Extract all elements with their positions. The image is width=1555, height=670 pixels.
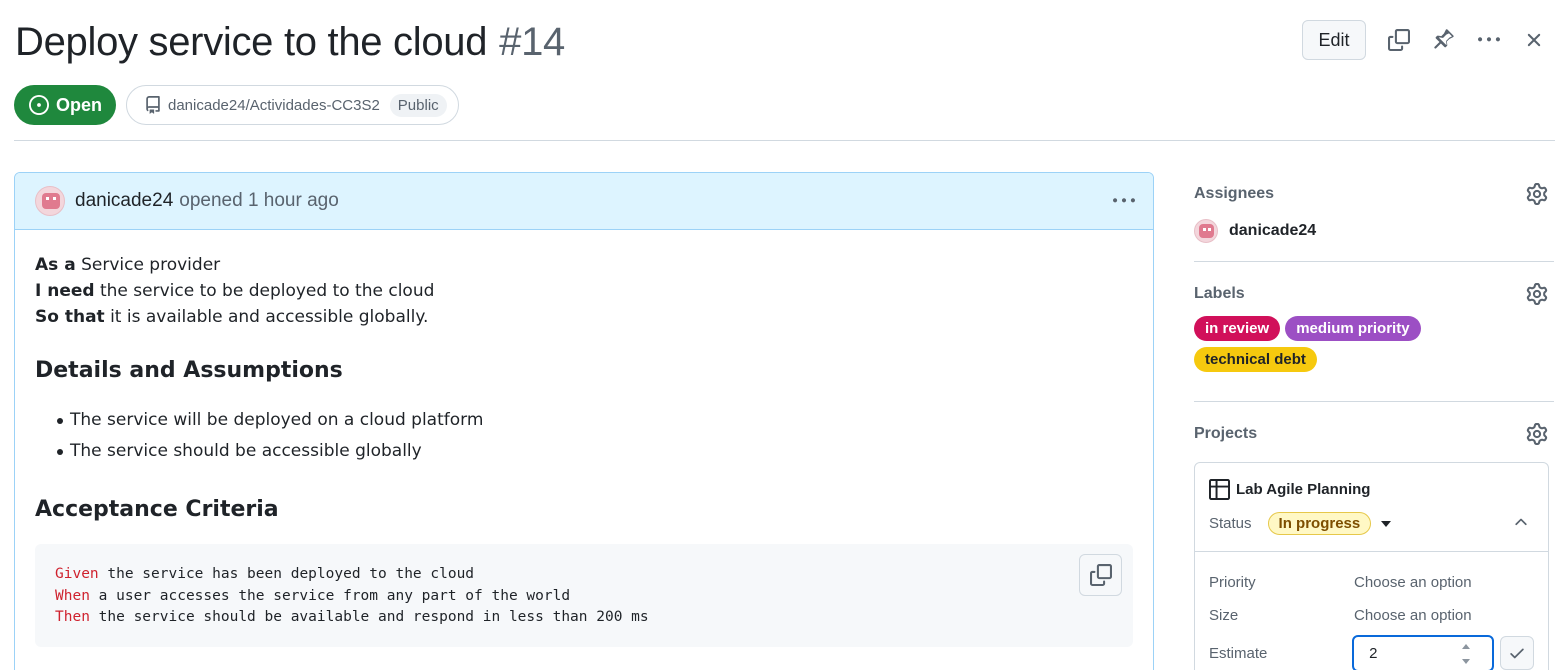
- priority-select[interactable]: Choose an option: [1354, 574, 1472, 591]
- assignee-name[interactable]: danicade24: [1229, 222, 1316, 240]
- assignees-heading: Assignees: [1194, 185, 1275, 202]
- issue-title: Deploy service to the cloud #14: [15, 20, 565, 65]
- issue-title-text: Deploy service to the cloud: [15, 20, 488, 64]
- repo-pill[interactable]: danicade24/Actividades-CC3S2 Public: [126, 85, 459, 125]
- details-heading: Details and Assumptions: [35, 358, 343, 383]
- acceptance-heading: Acceptance Criteria: [35, 497, 279, 522]
- issue-opened-icon: [29, 95, 49, 115]
- project-name[interactable]: Lab Agile Planning: [1236, 481, 1370, 498]
- repo-icon: [146, 96, 160, 114]
- edit-button[interactable]: Edit: [1302, 20, 1366, 60]
- issue-state-label: Open: [56, 94, 103, 115]
- project-fields: Priority Choose an option Size Choose an…: [1195, 552, 1548, 670]
- issue-sidebar: Assignees danicade24 Labels in review me…: [1194, 172, 1554, 670]
- repo-name[interactable]: danicade24/Actividades-CC3S2: [168, 97, 380, 114]
- header-divider: [14, 140, 1555, 141]
- story-line: I need the service to be deployed to the…: [35, 281, 435, 301]
- number-spinner[interactable]: [1462, 643, 1474, 664]
- project-card: Lab Agile Planning Status In progress Pr…: [1194, 462, 1549, 670]
- comment-header: danicade24 opened 1 hour ago: [15, 173, 1153, 230]
- chevron-up-icon[interactable]: [1512, 513, 1530, 531]
- label-in-review[interactable]: in review: [1194, 316, 1281, 341]
- estimate-input[interactable]: 2: [1352, 634, 1495, 670]
- confirm-estimate-button[interactable]: [1500, 636, 1534, 670]
- assignee-item[interactable]: danicade24: [1194, 216, 1554, 248]
- gear-icon[interactable]: [1526, 183, 1548, 205]
- status-badge[interactable]: In progress: [1267, 512, 1372, 535]
- field-label: Priority: [1209, 574, 1256, 591]
- details-list: The service will be deployed on a cloud …: [35, 405, 1133, 467]
- copy-icon: [1089, 564, 1112, 586]
- gear-icon[interactable]: [1526, 283, 1548, 305]
- comment-options-icon[interactable]: [1111, 191, 1137, 211]
- project-name-row[interactable]: Lab Agile Planning: [1209, 479, 1534, 500]
- field-size: Size Choose an option: [1209, 599, 1534, 632]
- header-actions: Edit: [1285, 20, 1555, 60]
- close-icon[interactable]: [1520, 26, 1548, 54]
- story-line: So that it is available and accessible g…: [35, 307, 429, 327]
- assignees-section: Assignees danicade24: [1194, 172, 1554, 262]
- field-label: Size: [1209, 607, 1239, 624]
- avatar[interactable]: [35, 186, 65, 216]
- list-item: The service will be deployed on a cloud …: [35, 405, 1133, 436]
- labels-section: Labels in review medium priority technic…: [1194, 272, 1554, 402]
- project-status-row: Status In progress: [1209, 512, 1534, 535]
- comment-author[interactable]: danicade24: [75, 190, 173, 212]
- copy-code-button[interactable]: [1079, 554, 1122, 596]
- field-priority: Priority Choose an option: [1209, 566, 1534, 599]
- story-line: As a Service provider: [35, 255, 221, 275]
- label-technical-debt[interactable]: technical debt: [1194, 347, 1317, 372]
- kebab-horizontal-icon[interactable]: [1475, 26, 1503, 54]
- labels-heading: Labels: [1194, 285, 1245, 302]
- label-medium-priority[interactable]: medium priority: [1285, 316, 1421, 341]
- label-list: in review medium priority technical debt: [1194, 316, 1494, 392]
- issue-state-badge: Open: [14, 85, 116, 125]
- table-icon: [1209, 479, 1230, 500]
- triangle-down-icon[interactable]: [1381, 520, 1392, 527]
- comment-body: As a Service provider I need the service…: [15, 230, 1153, 647]
- comment-timestamp[interactable]: opened 1 hour ago: [179, 190, 339, 212]
- pin-icon[interactable]: [1430, 26, 1458, 54]
- code-block: Given the service has been deployed to t…: [35, 544, 1133, 647]
- projects-section: Projects Lab Agile Planning Status In pr…: [1194, 412, 1554, 670]
- estimate-value: 2: [1369, 644, 1378, 662]
- field-estimate: Estimate 2: [1209, 634, 1534, 670]
- copy-link-icon[interactable]: [1385, 26, 1413, 54]
- visibility-badge: Public: [389, 93, 447, 117]
- issue-body-comment: danicade24 opened 1 hour ago As a Servic…: [14, 172, 1154, 670]
- list-item: The service should be accessible globall…: [35, 436, 1133, 467]
- issue-number: #14: [499, 20, 565, 64]
- avatar: [1194, 219, 1218, 243]
- size-select[interactable]: Choose an option: [1354, 607, 1472, 624]
- gear-icon[interactable]: [1526, 423, 1548, 445]
- field-label: Estimate: [1209, 644, 1268, 662]
- status-label: Status: [1209, 515, 1252, 532]
- check-icon: [1510, 648, 1524, 659]
- project-card-header: Lab Agile Planning Status In progress: [1195, 463, 1548, 552]
- projects-heading: Projects: [1194, 425, 1258, 442]
